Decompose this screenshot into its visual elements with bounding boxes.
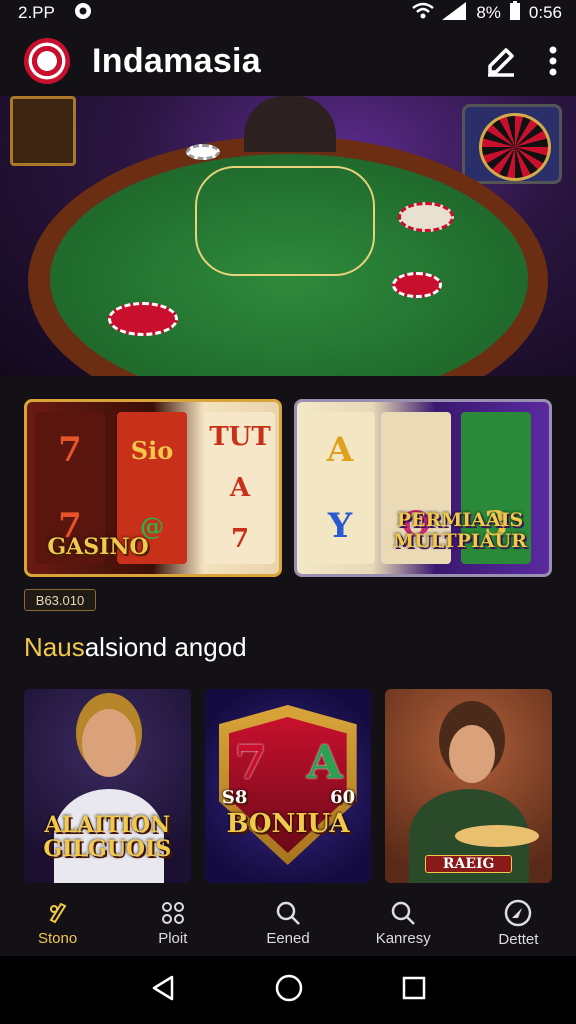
casino-icon — [49, 902, 67, 923]
reel-symbol: 7 — [230, 523, 250, 554]
battery-percent: 8% — [476, 3, 501, 22]
edit-icon — [488, 48, 514, 77]
more-options-button[interactable] — [548, 46, 558, 76]
game-card[interactable]: 7 A S8 60 BONIUA — [204, 689, 372, 883]
section-title-accent: Naus — [24, 632, 85, 662]
nav-item-kanresy[interactable]: Kanresy — [346, 890, 461, 956]
game-label-side: 60 — [330, 787, 356, 808]
back-icon — [152, 975, 173, 1000]
app-title: Indamasia — [92, 41, 261, 80]
reel-symbol: A — [306, 735, 343, 789]
nav-label: Dettet — [498, 930, 539, 948]
grid-icon — [161, 901, 184, 924]
reel-symbol: Sio — [130, 435, 174, 465]
chip-stack — [392, 272, 442, 298]
reel-symbol: Y — [327, 506, 353, 546]
section-title-rest: alsiond angod — [84, 632, 247, 662]
more-vert-icon — [549, 46, 557, 76]
slot-reel: A Y — [305, 412, 375, 564]
host-face — [449, 725, 496, 783]
search-icon — [276, 901, 300, 925]
home-button[interactable] — [275, 974, 303, 1007]
app-bar: Indamasia — [0, 26, 576, 96]
signal-icon — [442, 1, 468, 25]
recents-button[interactable] — [402, 976, 426, 1005]
chip-stack — [398, 202, 454, 232]
game-label-side: S8 — [221, 787, 248, 808]
dealer-image — [244, 96, 336, 152]
reel-symbol: A — [229, 472, 251, 503]
reel-symbol: 7 — [234, 735, 267, 789]
wifi-icon — [412, 2, 435, 25]
edit-button[interactable] — [484, 44, 518, 78]
nav-item-dettet[interactable]: Dettet — [461, 890, 576, 956]
nav-item-eened[interactable]: Eened — [230, 890, 345, 956]
recents-icon — [403, 976, 426, 999]
battery-icon — [509, 0, 521, 26]
promo-row: 7 7 Sio @ TUT A 7 GASINO A Y O 3 PERMIAA… — [24, 399, 552, 577]
promo-title: GASINO — [47, 534, 149, 560]
betting-layout — [195, 166, 375, 276]
promo-card-multiplier[interactable]: A Y O 3 PERMIAAIS MULTPIAUR — [294, 399, 552, 577]
nav-label: Stono — [38, 929, 78, 947]
roulette-wheel-image — [462, 104, 562, 184]
nav-item-ploit[interactable]: Ploit — [115, 890, 230, 956]
game-label: BONIUA — [226, 809, 350, 839]
chip-stack — [108, 302, 178, 336]
slot-reel: TUT A 7 — [205, 412, 275, 564]
back-button[interactable] — [150, 974, 176, 1007]
chip-stack — [186, 144, 220, 160]
home-icon — [275, 974, 303, 1001]
promo-card-gasino[interactable]: 7 7 Sio @ TUT A 7 GASINO — [24, 399, 282, 577]
reel-symbol: TUT — [209, 422, 271, 453]
host-face — [82, 709, 136, 777]
bottom-nav: Stono Ploit Eened Kanresy Dettet — [0, 890, 576, 956]
game-card[interactable]: RAEIG — [385, 689, 553, 883]
game-card[interactable]: ALAITION GILGUOIS — [24, 689, 191, 883]
status-time-left: 2.PP — [18, 3, 55, 22]
notification-icon — [73, 1, 93, 26]
game-label: RAEIG — [425, 855, 513, 873]
plate-image — [455, 825, 540, 847]
game-row: ALAITION GILGUOIS 7 A S8 60 BONIUA RAEIG — [24, 689, 553, 883]
reel-symbol: A — [326, 430, 354, 470]
status-bar: 2.PP 8% 0:56 — [0, 0, 576, 26]
reel-symbol: 7 — [58, 430, 82, 470]
nav-label: Ploit — [158, 929, 188, 947]
nav-label: Kanresy — [375, 929, 431, 947]
section-title: Nausalsiond angod — [24, 632, 247, 663]
price-tag: B63.010 — [24, 589, 96, 611]
clock: 0:56 — [528, 3, 562, 22]
system-nav-bar — [0, 956, 576, 1024]
slot-machine-image — [10, 96, 76, 166]
search-icon — [391, 901, 416, 925]
hero-banner[interactable] — [0, 96, 576, 376]
nav-item-stono[interactable]: Stono — [0, 890, 115, 956]
app-logo — [24, 38, 70, 84]
compass-icon — [505, 899, 532, 926]
nav-label: Eened — [266, 929, 310, 947]
promo-title: PERMIAAIS MULTPIAUR — [393, 509, 527, 552]
game-label: ALAITION GILGUOIS — [43, 812, 172, 862]
